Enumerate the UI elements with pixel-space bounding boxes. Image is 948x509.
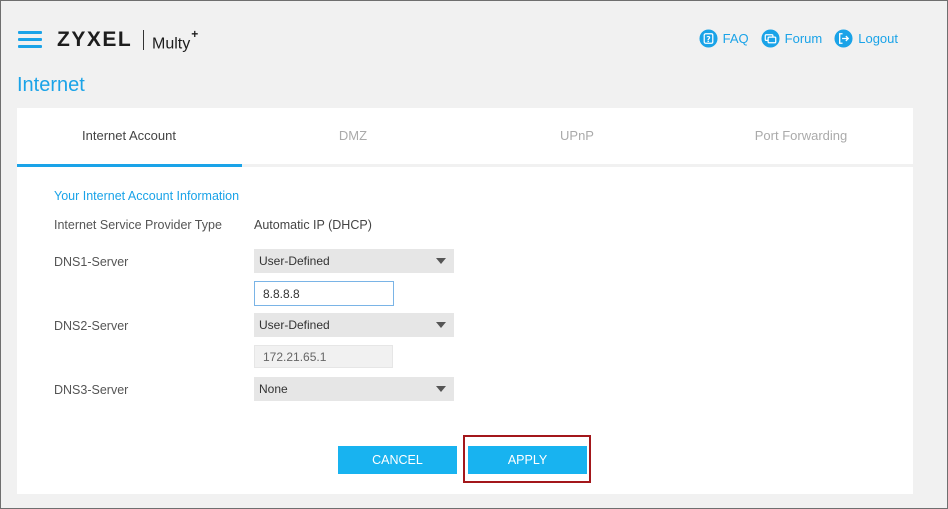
settings-card: Internet Account DMZ UPnP Port Forwardin…: [17, 108, 913, 494]
section-title: Your Internet Account Information: [54, 189, 240, 203]
product-name: Multy+: [152, 27, 198, 53]
logout-link[interactable]: Logout: [834, 29, 898, 48]
product-label: Multy: [152, 35, 191, 53]
forum-link[interactable]: Forum: [761, 29, 823, 48]
header-links: ? FAQ Forum Logout: [699, 29, 898, 48]
dns2-mode-select[interactable]: User-Defined: [254, 313, 454, 337]
dns1-ip-input[interactable]: [254, 281, 394, 306]
dns2-mode-value: User-Defined: [259, 318, 330, 332]
dns1-mode-select[interactable]: User-Defined: [254, 249, 454, 273]
svg-text:?: ?: [706, 35, 710, 44]
page-title: Internet: [17, 74, 85, 96]
chevron-down-icon: [436, 258, 446, 264]
logout-label: Logout: [858, 31, 898, 46]
tab-internet-account[interactable]: Internet Account: [17, 108, 242, 167]
dns1-label: DNS1-Server: [54, 255, 129, 269]
tab-bar: Internet Account DMZ UPnP Port Forwardin…: [17, 108, 913, 167]
dns1-mode-value: User-Defined: [259, 254, 330, 268]
chevron-down-icon: [436, 322, 446, 328]
menu-bar-line: [18, 38, 42, 41]
faq-link[interactable]: ? FAQ: [699, 29, 749, 48]
tab-upnp[interactable]: UPnP: [465, 108, 689, 164]
menu-icon[interactable]: [18, 31, 42, 49]
tab-port-forwarding[interactable]: Port Forwarding: [689, 108, 913, 164]
isp-type-label: Internet Service Provider Type: [54, 218, 222, 232]
dns3-mode-value: None: [259, 382, 288, 396]
cancel-button[interactable]: CANCEL: [338, 446, 457, 474]
brand-logo: ZYXEL: [57, 28, 133, 51]
menu-bar-line: [18, 45, 42, 48]
product-superscript: +: [191, 27, 199, 41]
faq-icon: ?: [699, 29, 718, 48]
faq-label: FAQ: [722, 31, 749, 46]
dns2-label: DNS2-Server: [54, 319, 129, 333]
tab-dmz[interactable]: DMZ: [241, 108, 465, 164]
logout-icon: [834, 29, 853, 48]
dns2-ip-input[interactable]: [254, 345, 393, 368]
dns3-mode-select[interactable]: None: [254, 377, 454, 401]
brand-divider: [143, 30, 144, 50]
dns3-label: DNS3-Server: [54, 383, 129, 397]
menu-bar-line: [18, 31, 42, 34]
top-bar: ZYXEL Multy+ ? FAQ Forum Logout: [1, 1, 947, 73]
forum-label: Forum: [784, 31, 823, 46]
chevron-down-icon: [436, 386, 446, 392]
apply-highlight-box: [463, 435, 591, 483]
forum-icon: [761, 29, 780, 48]
isp-type-value: Automatic IP (DHCP): [254, 218, 372, 232]
